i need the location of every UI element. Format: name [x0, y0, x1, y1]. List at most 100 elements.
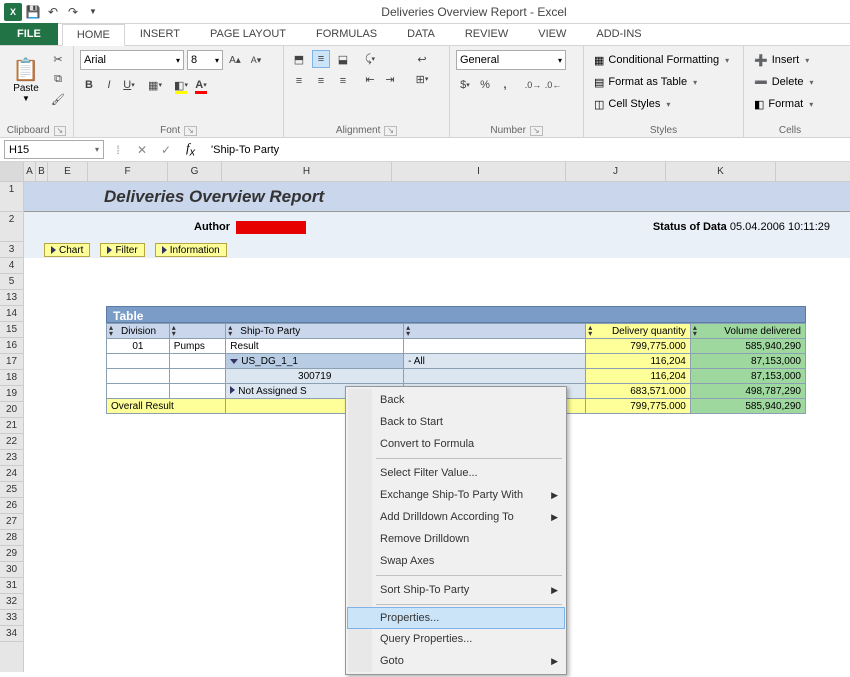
percent-button[interactable]: %	[476, 76, 494, 94]
row-header[interactable]: 14	[0, 306, 23, 322]
enter-formula-button[interactable]: ✓	[156, 143, 176, 157]
col-header[interactable]: K	[666, 162, 776, 181]
align-right-button[interactable]: ≡	[334, 72, 352, 90]
undo-icon[interactable]: ↶	[44, 3, 62, 21]
table-row[interactable]: US_DG_1_1 - All 116,204 87,153,000	[107, 354, 806, 369]
fill-color-button[interactable]: ◧▾	[172, 76, 190, 94]
row-header[interactable]: 20	[0, 402, 23, 418]
redo-icon[interactable]: ↷	[64, 3, 82, 21]
row-header[interactable]: 19	[0, 386, 23, 402]
col-header[interactable]: H	[222, 162, 392, 181]
row-header[interactable]: 17	[0, 354, 23, 370]
col-volume-delivered[interactable]: ▴▾Volume delivered	[690, 324, 805, 339]
fx-icon[interactable]: fx	[180, 140, 201, 159]
currency-button[interactable]: $▾	[456, 76, 474, 94]
context-menu-item[interactable]: Back to Start	[348, 411, 564, 433]
context-menu-item[interactable]: Properties...	[347, 607, 565, 629]
context-menu-item[interactable]: Remove Drilldown	[348, 528, 564, 550]
row-header[interactable]: 30	[0, 562, 23, 578]
col-delivery-qty[interactable]: ▴▾Delivery quantity	[586, 324, 691, 339]
collapse-icon[interactable]	[230, 359, 238, 364]
tab-view[interactable]: VIEW	[523, 23, 581, 45]
border-button[interactable]: ▦▾	[146, 76, 164, 94]
context-menu-item[interactable]: Exchange Ship-To Party With▶	[348, 484, 564, 506]
align-top-button[interactable]: ⬒	[290, 50, 308, 68]
table-row[interactable]: 01 Pumps Result 799,775.000 585,940,290	[107, 339, 806, 354]
context-menu-item[interactable]: Swap Axes	[348, 550, 564, 572]
row-header[interactable]: 4	[0, 258, 23, 274]
information-button[interactable]: Information	[155, 243, 227, 257]
col-division-2[interactable]: ▴▾	[169, 324, 226, 339]
row-header[interactable]: 24	[0, 466, 23, 482]
tab-file[interactable]: FILE	[0, 23, 58, 45]
col-header[interactable]: J	[566, 162, 666, 181]
save-icon[interactable]: 💾	[24, 3, 42, 21]
row-header[interactable]: 33	[0, 610, 23, 626]
wrap-text-button[interactable]: ↩	[408, 50, 436, 68]
alignment-dialog-icon[interactable]: ↘	[384, 126, 397, 136]
tab-insert[interactable]: INSERT	[125, 23, 195, 45]
filter-button[interactable]: Filter	[100, 243, 144, 257]
row-header[interactable]: 23	[0, 450, 23, 466]
row-header[interactable]: 34	[0, 626, 23, 642]
insert-cells-button[interactable]: ➕Insert▾	[750, 50, 818, 70]
col-customer[interactable]: ▴▾	[404, 324, 586, 339]
row-header[interactable]: 22	[0, 434, 23, 450]
cancel-formula-button[interactable]: ✕	[132, 143, 152, 157]
clipboard-dialog-icon[interactable]: ↘	[54, 126, 67, 136]
col-header[interactable]: I	[392, 162, 566, 181]
font-name-select[interactable]: Arial▾	[80, 50, 184, 70]
col-header[interactable]: G	[168, 162, 222, 181]
row-header[interactable]: 32	[0, 594, 23, 610]
font-color-button[interactable]: A▾	[192, 76, 210, 94]
cut-button[interactable]: ✂	[49, 50, 67, 68]
context-menu-item[interactable]: Sort Ship-To Party▶	[348, 579, 564, 601]
table-row[interactable]: 300719 116,204 87,153,000	[107, 369, 806, 384]
format-cells-button[interactable]: ◧Format▾	[750, 94, 818, 114]
row-header[interactable]: 2	[0, 212, 23, 242]
copy-button[interactable]: ⧉	[49, 70, 67, 88]
context-menu-item[interactable]: Add Drilldown According To▶	[348, 506, 564, 528]
col-header[interactable]: A	[24, 162, 36, 181]
context-menu-item[interactable]: Back	[348, 389, 564, 411]
row-header[interactable]: 13	[0, 290, 23, 306]
italic-button[interactable]: I	[100, 76, 118, 94]
row-header[interactable]: 28	[0, 530, 23, 546]
row-header[interactable]: 27	[0, 514, 23, 530]
select-all-corner[interactable]	[0, 162, 23, 182]
align-left-button[interactable]: ≡	[290, 72, 308, 90]
formula-input[interactable]: 'Ship-To Party	[205, 144, 846, 156]
tab-addins[interactable]: ADD-INS	[581, 23, 656, 45]
context-menu-item[interactable]: Select Filter Value...	[348, 462, 564, 484]
format-as-table-button[interactable]: ▤Format as Table▾	[590, 72, 733, 92]
row-header[interactable]: 18	[0, 370, 23, 386]
number-format-select[interactable]: General▾	[456, 50, 566, 70]
tab-formulas[interactable]: FORMULAS	[301, 23, 392, 45]
decrease-font-button[interactable]: A▾	[247, 51, 265, 69]
increase-indent-button[interactable]: ⇥	[381, 70, 399, 88]
tab-data[interactable]: DATA	[392, 23, 450, 45]
col-ship-to[interactable]: ▴▾Ship-To Party	[226, 324, 404, 339]
qat-customize-icon[interactable]: ▼	[84, 3, 102, 21]
format-painter-button[interactable]: 🖌	[49, 90, 67, 108]
row-header[interactable]: 3	[0, 242, 23, 258]
number-dialog-icon[interactable]: ↘	[530, 126, 543, 136]
row-header[interactable]: 25	[0, 482, 23, 498]
context-menu-item[interactable]: Convert to Formula	[348, 433, 564, 455]
tab-home[interactable]: HOME	[62, 24, 125, 46]
cell-styles-button[interactable]: ◫Cell Styles▾	[590, 94, 733, 114]
row-header[interactable]: 1	[0, 182, 23, 212]
paste-button[interactable]: 📋 Paste ▼	[6, 50, 46, 110]
expand-icon[interactable]	[230, 386, 235, 394]
increase-decimal-button[interactable]: .0→	[524, 76, 542, 94]
increase-font-button[interactable]: A▴	[226, 51, 244, 69]
bold-button[interactable]: B	[80, 76, 98, 94]
tab-page-layout[interactable]: PAGE LAYOUT	[195, 23, 301, 45]
row-header[interactable]: 5	[0, 274, 23, 290]
font-size-select[interactable]: 8▾	[187, 50, 223, 70]
delete-cells-button[interactable]: ➖Delete▾	[750, 72, 818, 92]
row-header[interactable]: 31	[0, 578, 23, 594]
col-header[interactable]: B	[36, 162, 48, 181]
row-header[interactable]: 26	[0, 498, 23, 514]
comma-button[interactable]: ,	[496, 76, 514, 94]
